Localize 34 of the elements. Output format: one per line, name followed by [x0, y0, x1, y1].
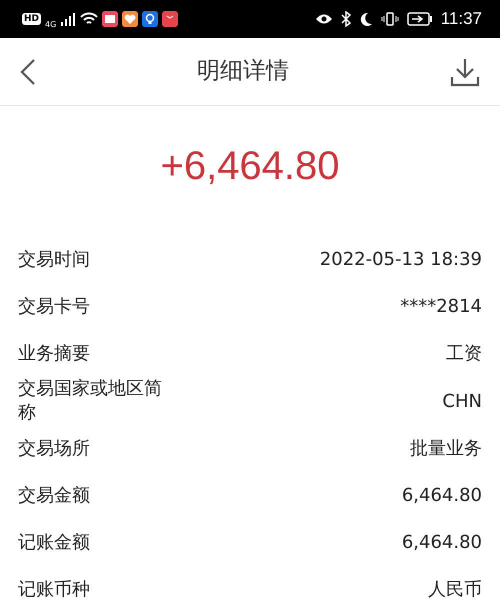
detail-value: 人民币 [428, 578, 482, 602]
detail-value: 2022-05-13 18:39 [320, 248, 482, 272]
shop-app-icon [162, 11, 178, 27]
page-title: 明细详情 [197, 57, 289, 86]
detail-label: 交易时间 [18, 248, 91, 272]
eye-icon [314, 13, 333, 25]
detail-value: CHN [442, 390, 482, 414]
wifi-icon [80, 12, 98, 26]
heart-app-icon [122, 11, 138, 27]
bluetooth-icon [340, 11, 351, 27]
download-icon[interactable] [450, 56, 480, 86]
detail-label: 交易场所 [18, 436, 91, 460]
bulb-app-icon [142, 11, 158, 27]
detail-label: 业务摘要 [18, 342, 91, 366]
detail-label: 交易卡号 [18, 294, 91, 318]
network-type: 4G [45, 20, 56, 28]
detail-label: 交易金额 [18, 484, 91, 508]
detail-value: 6,464.80 [402, 484, 482, 508]
detail-value: ****2814 [400, 295, 482, 319]
book-app-icon [102, 11, 118, 27]
detail-label: 交易国家或地区简称 [18, 377, 163, 425]
detail-label: 记账金额 [18, 530, 91, 554]
vibrate-icon [380, 12, 399, 26]
back-icon[interactable] [20, 58, 36, 86]
detail-value: 6,464.80 [402, 531, 482, 555]
clock-time: 11:37 [440, 8, 482, 30]
moon-icon [358, 12, 373, 26]
amount: +6,464.80 [159, 143, 341, 190]
detail-value: 工资 [446, 342, 482, 366]
network-badge: HD [22, 13, 42, 25]
detail-value: 批量业务 [410, 437, 482, 461]
battery-icon [406, 12, 433, 26]
detail-label: 记账币种 [18, 578, 91, 602]
signal-icon [60, 12, 76, 26]
